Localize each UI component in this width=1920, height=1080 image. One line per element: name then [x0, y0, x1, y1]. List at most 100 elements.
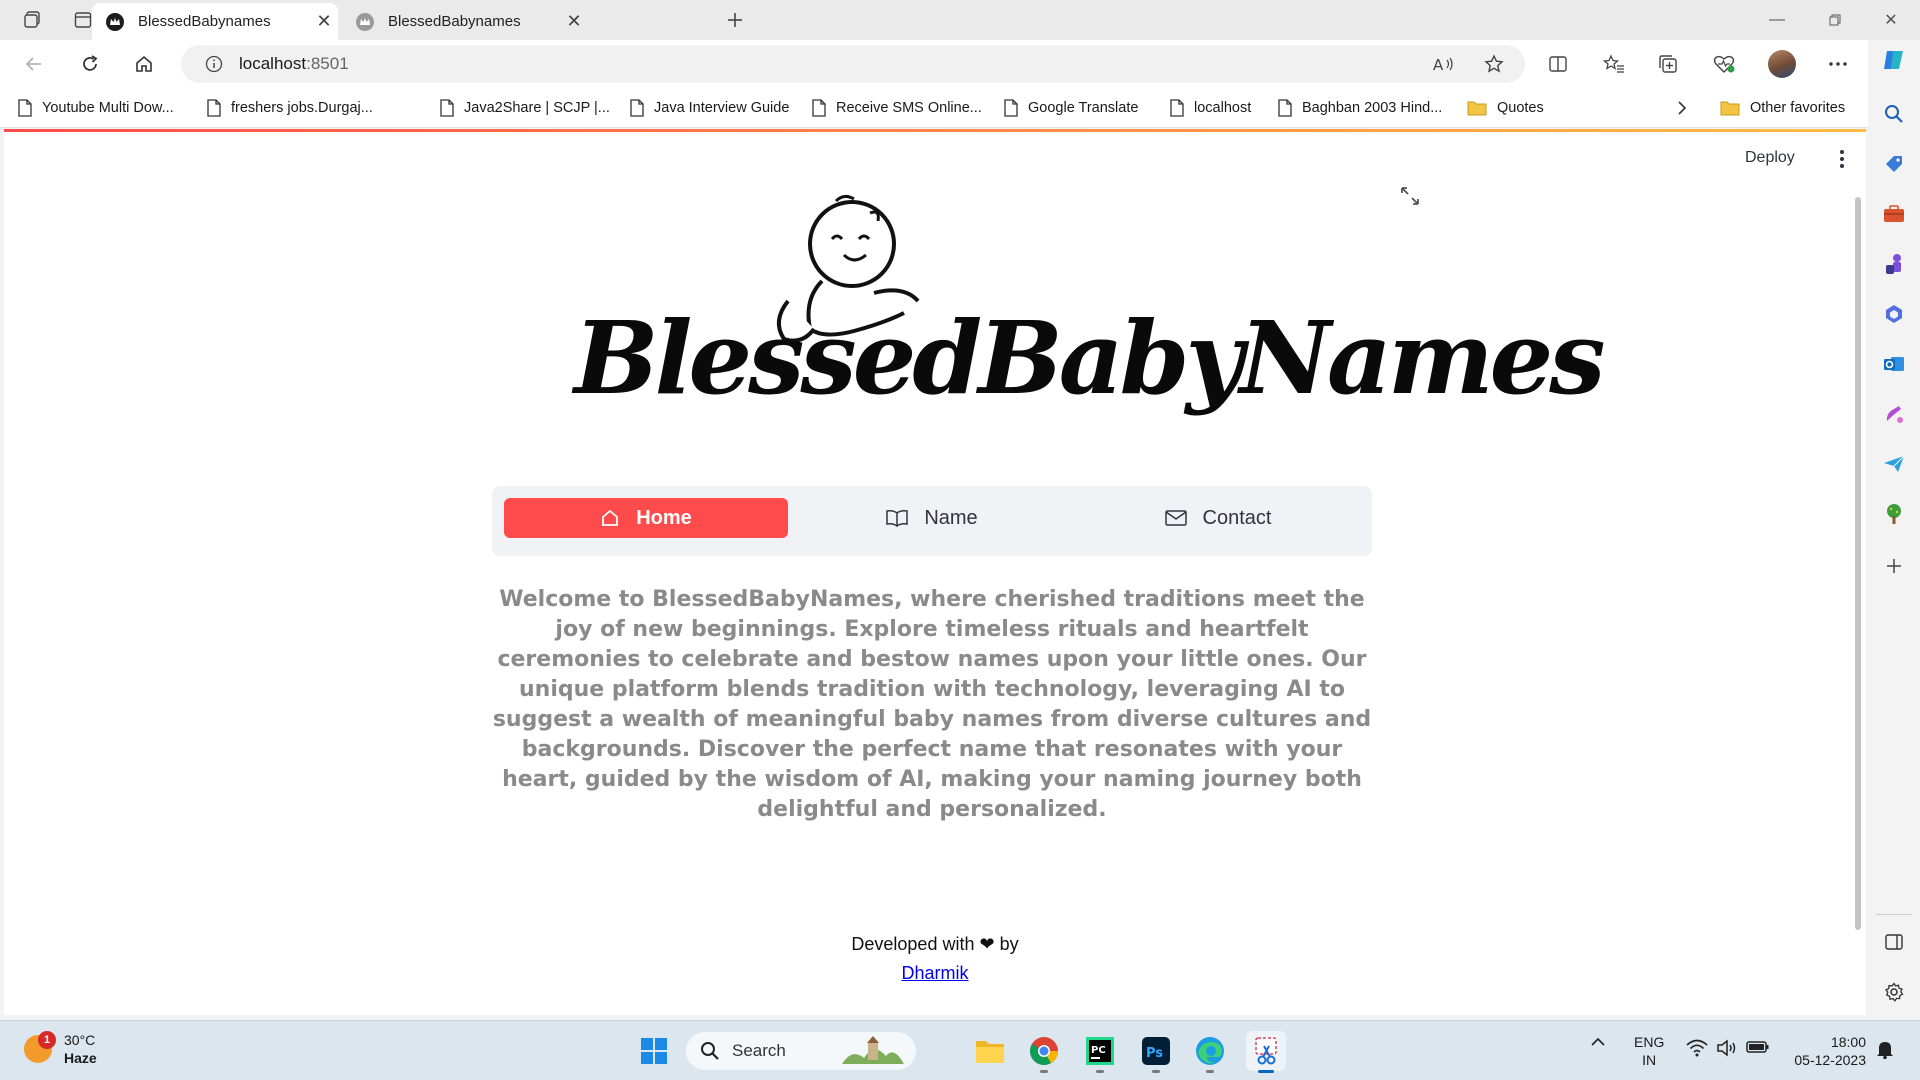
- bookmark-label: Java Interview Guide: [654, 100, 790, 116]
- windows-taskbar: 1 30°C Haze Search PC Ps ENG IN 18:00 05…: [0, 1020, 1920, 1080]
- restore-icon[interactable]: [1806, 0, 1864, 40]
- site-info-icon[interactable]: [197, 55, 231, 73]
- workspaces-icon[interactable]: [18, 6, 48, 34]
- add-sidebar-app-icon[interactable]: [1878, 550, 1910, 582]
- copilot-icon[interactable]: [1878, 44, 1910, 76]
- file-explorer-icon[interactable]: [970, 1031, 1010, 1071]
- new-tab-icon[interactable]: [720, 6, 750, 34]
- edge-sidebar: [1868, 40, 1920, 1020]
- fullscreen-icon[interactable]: [1398, 184, 1422, 208]
- pycharm-icon[interactable]: PC: [1080, 1031, 1120, 1073]
- weather-widget[interactable]: 1 30°C Haze: [24, 1031, 97, 1067]
- profile-avatar[interactable]: [1766, 49, 1798, 79]
- photoshop-icon[interactable]: Ps: [1136, 1031, 1176, 1073]
- tools-briefcase-icon[interactable]: [1878, 198, 1910, 230]
- microsoft-365-icon[interactable]: [1878, 298, 1910, 330]
- bookmark-item[interactable]: Java Interview Guide: [630, 96, 789, 120]
- chevron-right-icon[interactable]: [1676, 96, 1688, 120]
- page-icon: [440, 99, 454, 117]
- bookmark-item[interactable]: Baghban 2003 Hind...: [1278, 96, 1442, 120]
- more-menu-icon[interactable]: [1822, 49, 1854, 79]
- bookmark-folder[interactable]: Quotes: [1467, 96, 1544, 120]
- chrome-icon[interactable]: [1024, 1031, 1064, 1073]
- url-host: localhost: [239, 54, 307, 73]
- show-hidden-icons-chevron[interactable]: [1590, 1037, 1606, 1047]
- refresh-icon[interactable]: [74, 49, 106, 79]
- bookmark-label: Youtube Multi Dow...: [42, 100, 174, 116]
- home-icon: [600, 508, 620, 528]
- bookmark-item[interactable]: Java2Share | SCJP |...: [440, 96, 610, 120]
- input-language[interactable]: ENG IN: [1634, 1033, 1664, 1069]
- minimize-icon[interactable]: —: [1748, 0, 1806, 40]
- url-text: localhost:8501: [239, 54, 349, 74]
- search-icon[interactable]: [1878, 98, 1910, 130]
- running-indicator: [1096, 1070, 1104, 1073]
- tab-blessedbabynames[interactable]: BlessedBabynames ✕: [342, 3, 588, 40]
- search-icon: [700, 1041, 720, 1061]
- notification-bell-icon[interactable]: [1876, 1039, 1894, 1059]
- shopping-tag-icon[interactable]: [1878, 148, 1910, 180]
- games-icon[interactable]: [1878, 248, 1910, 280]
- close-tab-icon[interactable]: ✕: [560, 8, 588, 36]
- wifi-icon[interactable]: [1686, 1039, 1708, 1057]
- favorite-star-icon[interactable]: [1478, 49, 1510, 79]
- crown-favicon-icon: [356, 12, 374, 31]
- nav-name[interactable]: Name: [790, 498, 1074, 538]
- app-menu-icon[interactable]: [1832, 147, 1852, 171]
- bookmarks-bar: Youtube Multi Dow... freshers jobs.Durga…: [0, 88, 1880, 128]
- edge-icon[interactable]: [1190, 1031, 1230, 1073]
- author-link[interactable]: Dharmik: [4, 963, 1866, 984]
- split-screen-icon[interactable]: [1542, 49, 1574, 79]
- app-decoration-bar: [4, 129, 1866, 132]
- read-aloud-icon[interactable]: A: [1428, 49, 1460, 79]
- browser-essentials-icon[interactable]: [1708, 49, 1740, 79]
- bookmark-item[interactable]: localhost: [1170, 96, 1251, 120]
- windows-start-icon[interactable]: [634, 1031, 674, 1071]
- snipping-tool-icon[interactable]: [1246, 1031, 1286, 1073]
- outlook-icon[interactable]: [1878, 348, 1910, 380]
- bookmark-label: Receive SMS Online...: [836, 100, 982, 116]
- send-telegram-icon[interactable]: [1878, 448, 1910, 480]
- nav-contact[interactable]: Contact: [1076, 498, 1360, 538]
- bookmark-label: freshers jobs.Durgaj...: [231, 100, 373, 116]
- scrollbar[interactable]: [1855, 197, 1861, 930]
- hide-sidebar-icon[interactable]: [1878, 926, 1910, 958]
- close-window-icon[interactable]: ✕: [1862, 0, 1920, 40]
- bookmark-item[interactable]: Receive SMS Online...: [812, 96, 982, 120]
- battery-icon[interactable]: [1746, 1039, 1770, 1055]
- sidebar-divider: [1876, 914, 1912, 915]
- running-indicator: [1152, 1070, 1160, 1073]
- footer-prefix: Developed with: [851, 934, 975, 954]
- page-icon: [207, 99, 221, 117]
- language-region: IN: [1642, 1052, 1657, 1068]
- tree-icon[interactable]: [1878, 498, 1910, 530]
- designer-icon[interactable]: [1878, 398, 1910, 430]
- home-icon[interactable]: [128, 49, 160, 79]
- tab-blessedbabynames-active[interactable]: BlessedBabynames ✕: [92, 3, 338, 40]
- volume-icon[interactable]: [1716, 1039, 1738, 1057]
- footer: Developed with ❤ by Dharmik: [4, 934, 1866, 984]
- weather-condition: Haze: [64, 1050, 97, 1066]
- bookmark-label: Quotes: [1497, 100, 1544, 116]
- close-tab-icon[interactable]: ✕: [310, 8, 338, 36]
- book-icon: [886, 509, 909, 527]
- collections-icon[interactable]: [1652, 49, 1684, 79]
- address-bar[interactable]: localhost:8501: [181, 45, 1525, 83]
- back-arrow-icon[interactable]: [18, 49, 50, 79]
- logo-text: BlessedBabyNames: [574, 299, 1606, 417]
- taskbar-search-label: Search: [732, 1041, 786, 1060]
- bookmark-item[interactable]: freshers jobs.Durgaj...: [207, 96, 373, 120]
- system-clock[interactable]: 18:00 05-12-2023: [1786, 1033, 1866, 1069]
- settings-gear-icon[interactable]: [1878, 976, 1910, 1008]
- bookmark-label: Baghban 2003 Hind...: [1302, 100, 1443, 116]
- bookmark-item[interactable]: Youtube Multi Dow...: [18, 96, 174, 120]
- favorites-icon[interactable]: [1598, 49, 1630, 79]
- taskbar-search[interactable]: Search: [686, 1032, 916, 1070]
- folder-icon: [1720, 100, 1740, 116]
- deploy-button[interactable]: Deploy: [1745, 149, 1795, 167]
- nav-home[interactable]: Home: [504, 498, 788, 538]
- bookmark-item[interactable]: Google Translate: [1004, 96, 1138, 120]
- svg-text:A: A: [1433, 56, 1444, 73]
- other-favorites-folder[interactable]: Other favorites: [1720, 96, 1845, 120]
- running-indicator: [1040, 1070, 1048, 1073]
